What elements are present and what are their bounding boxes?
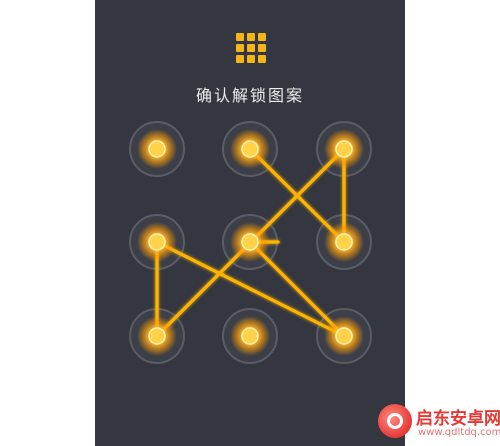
pattern-dot-5[interactable] (241, 233, 259, 251)
pattern-dot-2[interactable] (241, 140, 259, 158)
pattern-dot-6[interactable] (335, 233, 353, 251)
screenshot-canvas: 确认解锁图案 启东安卓网 www.qdltdq.com (0, 0, 500, 446)
pattern-dots[interactable] (137, 129, 364, 356)
pattern-dot-1[interactable] (148, 140, 166, 158)
pattern-dot-9[interactable] (335, 327, 353, 345)
red-circle-logo-icon (378, 404, 412, 438)
watermark-url: www.qdltdq.com (418, 427, 500, 438)
unlock-pattern-grid[interactable] (0, 0, 500, 446)
pattern-dot-4[interactable] (148, 233, 166, 251)
watermark: 启东安卓网 www.qdltdq.com (378, 400, 500, 444)
pattern-dot-8[interactable] (241, 327, 259, 345)
watermark-brand: 启东安卓网 (416, 409, 500, 429)
pattern-dot-3[interactable] (335, 140, 353, 158)
pattern-dot-7[interactable] (148, 327, 166, 345)
